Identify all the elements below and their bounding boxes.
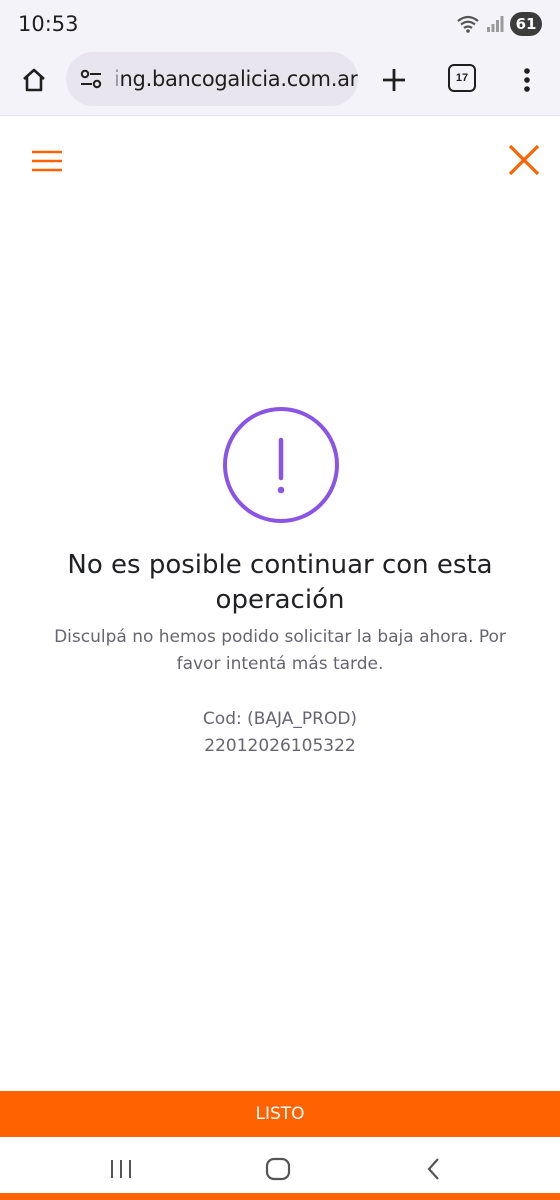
plus-icon <box>383 69 405 91</box>
home-icon <box>23 68 45 92</box>
more-vert-icon <box>524 68 530 92</box>
system-nav-bar <box>0 1137 560 1200</box>
browser-toolbar: ing.bancogalicia.com.ar 17 <box>0 48 560 116</box>
error-code-label: Cod: (BAJA_PROD) <box>202 709 358 729</box>
new-tab-button[interactable] <box>374 60 414 100</box>
home-button[interactable] <box>14 60 54 100</box>
battery-indicator: 61 <box>510 12 542 36</box>
address-bar[interactable]: ing.bancogalicia.com.ar <box>66 52 358 106</box>
recent-apps-icon <box>111 1160 131 1178</box>
home-nav-button[interactable] <box>258 1149 298 1189</box>
home-nav-icon <box>265 1157 291 1181</box>
hamburger-menu-icon[interactable] <box>30 146 64 176</box>
signal-icon <box>487 16 504 32</box>
status-time: 10:53 <box>18 12 79 36</box>
tab-switcher-button[interactable]: 17 <box>448 64 476 92</box>
wifi-icon <box>457 15 479 33</box>
status-bar: 10:53 61 <box>0 0 560 48</box>
recent-apps-button[interactable] <box>101 1149 141 1189</box>
warning-icon <box>223 407 339 523</box>
url-text[interactable]: ing.bancogalicia.com.ar <box>114 67 358 91</box>
status-icons: 61 <box>456 12 542 36</box>
back-icon <box>427 1158 439 1180</box>
back-button[interactable] <box>414 1149 454 1189</box>
url-text-main: ng.bancogalicia.com.ar <box>119 67 358 91</box>
error-code-value: 22012026105322 <box>204 736 356 756</box>
close-icon[interactable] <box>504 140 544 180</box>
site-settings-icon[interactable] <box>76 64 106 94</box>
error-message: Disculpá no hemos podido solicitar la ba… <box>54 627 506 674</box>
browser-menu-button[interactable] <box>512 60 542 100</box>
button-overflow-strip <box>0 1193 560 1200</box>
listo-button[interactable]: LISTO <box>0 1091 560 1137</box>
error-title: No es posible continuar con esta operaci… <box>67 550 493 615</box>
